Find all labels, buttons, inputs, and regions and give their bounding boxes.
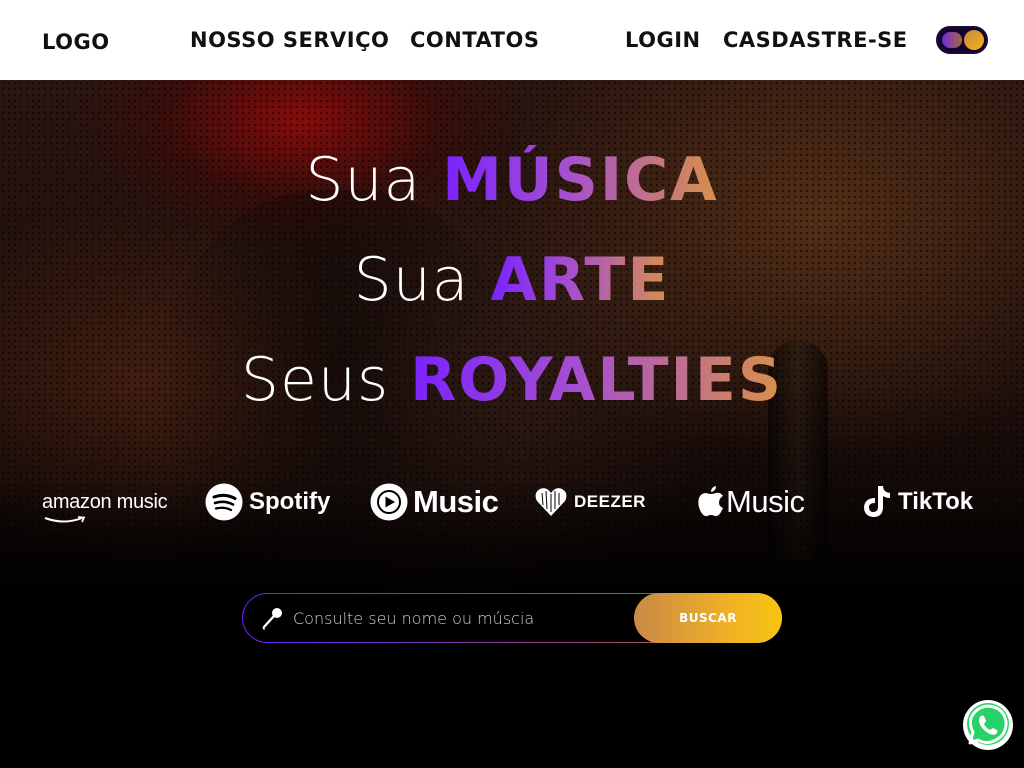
hero-headline-line-1: Sua MÚSICA (0, 145, 1024, 215)
headline-strong-text: ARTE (490, 245, 671, 315)
toggle-knob (964, 30, 984, 50)
platform-label: Music (726, 484, 805, 519)
headline-light-text: Seus (240, 345, 390, 415)
hero-headline-line-2: Sua ARTE (0, 245, 1024, 315)
hero-section: Sua MÚSICA Sua ARTE Seus ROYALTIES amazo… (0, 80, 1024, 768)
headline-strong-text: MÚSICA (442, 145, 719, 215)
hero-headline-line-3: Seus ROYALTIES (0, 345, 1024, 415)
youtube-music-icon (370, 483, 408, 521)
login-link[interactable]: LOGIN (625, 26, 701, 54)
platform-label: TikTok (898, 488, 974, 515)
nav-item-contatos[interactable]: CONTATOS (410, 26, 539, 54)
deezer-heart-icon (535, 488, 567, 516)
platform-deezer[interactable]: DEEZER (534, 482, 646, 522)
platform-label: Music (413, 484, 499, 519)
platform-youtube-music[interactable]: Music (370, 482, 499, 522)
amazon-music-logo: amazon music (42, 490, 168, 522)
tiktok-icon (864, 486, 890, 517)
platform-label: DEEZER (574, 492, 646, 511)
whatsapp-float-button[interactable] (962, 699, 1014, 751)
platform-label: Spotify (249, 488, 331, 515)
platform-amazon-music[interactable]: amazon music (42, 482, 168, 522)
platform-tiktok[interactable]: TikTok (862, 482, 973, 522)
whatsapp-icon (963, 700, 1013, 750)
theme-toggle[interactable] (936, 26, 988, 54)
platform-label: amazon music (42, 490, 168, 513)
amazon-smile-icon (44, 515, 86, 522)
nav-item-nosso-servico[interactable]: NOSSO SERVIÇO (190, 26, 389, 54)
site-header: LOGO NOSSO SERVIÇO CONTATOS LOGIN CASDAS… (0, 0, 1024, 80)
platform-apple-music[interactable]: Music (698, 482, 805, 522)
apple-icon (698, 486, 723, 517)
headline-light-text: Sua (353, 245, 470, 315)
headline-light-text: Sua (305, 145, 422, 215)
spotify-icon (205, 483, 243, 521)
toggle-track-fill (942, 32, 962, 48)
site-logo[interactable]: LOGO (42, 28, 110, 56)
signup-link[interactable]: CASDASTRE-SE (723, 26, 908, 54)
microphone-icon (262, 608, 282, 630)
platform-spotify[interactable]: Spotify (205, 482, 330, 522)
search-bar: BUSCAR (242, 593, 782, 643)
headline-strong-text: ROYALTIES (410, 345, 784, 415)
search-button[interactable]: BUSCAR (634, 593, 782, 643)
search-input[interactable] (293, 603, 623, 633)
